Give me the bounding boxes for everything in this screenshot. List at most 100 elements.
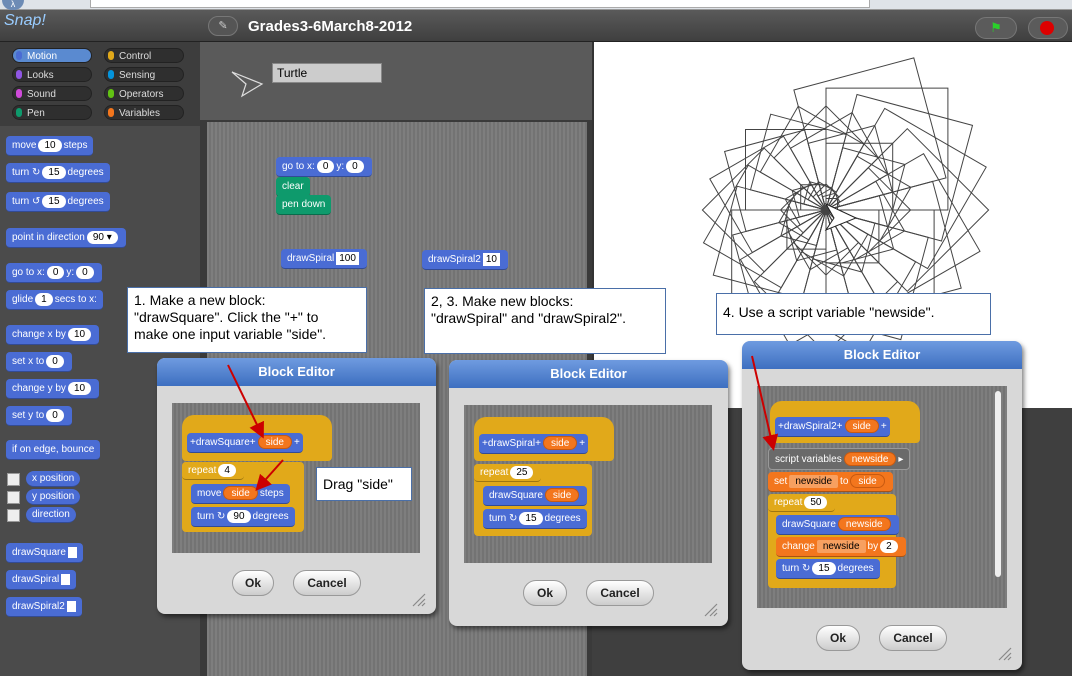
script-goto-block[interactable]: go to x: 0 y: 0 bbox=[276, 157, 372, 177]
prototype-block[interactable]: +drawSquare+ side + bbox=[187, 433, 303, 453]
block-input[interactable]: 0 bbox=[346, 159, 364, 173]
repeat-header[interactable]: repeat 4 bbox=[182, 462, 244, 480]
block-input[interactable]: 10 bbox=[482, 252, 500, 266]
block-input[interactable]: 0 bbox=[46, 354, 64, 368]
block-input[interactable]: 10 bbox=[67, 381, 92, 395]
script-clear-block[interactable]: clear bbox=[276, 177, 310, 197]
plus-icon[interactable]: + bbox=[294, 437, 300, 448]
block-input[interactable]: 0 bbox=[46, 408, 64, 422]
block-input[interactable] bbox=[67, 546, 77, 558]
repeat-header[interactable]: repeat 50 bbox=[768, 494, 836, 512]
param-side[interactable]: side bbox=[850, 474, 885, 489]
resize-grip-icon[interactable] bbox=[411, 592, 427, 608]
category-motion[interactable]: Motion bbox=[12, 48, 92, 63]
block-input[interactable]: 0 bbox=[46, 265, 65, 279]
block-input[interactable]: 100 bbox=[336, 251, 359, 265]
palette-drawspiral2-block[interactable]: drawSpiral2 bbox=[6, 597, 82, 617]
turn-block[interactable]: turn ↻ 15 degrees bbox=[483, 509, 587, 529]
drawsquare-block[interactable]: drawSquare newside bbox=[776, 515, 899, 535]
plus-icon[interactable]: + bbox=[837, 421, 843, 432]
green-flag-button[interactable]: ⚑ bbox=[975, 17, 1017, 39]
palette-bounce-block[interactable]: if on edge, bounce bbox=[6, 440, 101, 460]
block-input[interactable]: 2 bbox=[880, 539, 898, 553]
palette-y-position-reporter[interactable]: y position bbox=[26, 489, 81, 505]
palette-point-direction-block[interactable]: point in direction 90 ▾ bbox=[6, 228, 126, 248]
category-operators[interactable]: Operators bbox=[104, 86, 184, 101]
param-side[interactable]: side bbox=[542, 436, 578, 451]
block-input[interactable]: 10 bbox=[38, 138, 62, 152]
param-side[interactable]: side bbox=[223, 486, 258, 501]
plus-icon[interactable]: + bbox=[881, 421, 887, 432]
palette-glide-block[interactable]: glide 1 secs to x: bbox=[6, 290, 103, 310]
variable-dropdown[interactable]: newside bbox=[816, 539, 866, 553]
resize-grip-icon[interactable] bbox=[703, 602, 719, 618]
block-input[interactable]: 50 bbox=[804, 495, 828, 509]
palette-drawspiral-block[interactable]: drawSpiral bbox=[6, 570, 77, 590]
y-position-checkbox[interactable] bbox=[7, 491, 20, 504]
turn-block[interactable]: turn ↻ 90 degrees bbox=[191, 507, 295, 527]
var-newside[interactable]: newside bbox=[837, 517, 891, 532]
snap-logo[interactable]: Snap! bbox=[4, 12, 56, 38]
repeat-header[interactable]: repeat 25 bbox=[474, 464, 542, 482]
category-control[interactable]: Control bbox=[104, 48, 184, 63]
category-pen[interactable]: Pen bbox=[12, 105, 92, 120]
param-side[interactable]: side bbox=[257, 435, 292, 450]
category-looks[interactable]: Looks bbox=[12, 67, 92, 82]
palette-x-position-reporter[interactable]: x position bbox=[26, 471, 81, 487]
block-input[interactable]: 15 bbox=[519, 511, 543, 525]
param-side[interactable]: side bbox=[844, 419, 879, 434]
sprite-name-field[interactable]: Turtle bbox=[272, 63, 382, 83]
move-block[interactable]: move side steps bbox=[191, 484, 290, 504]
palette-change-x-block[interactable]: change x by 10 bbox=[6, 325, 100, 345]
palette-direction-reporter[interactable]: direction bbox=[26, 507, 76, 523]
script-drawspiral2-block[interactable]: drawSpiral2 10 bbox=[422, 250, 508, 270]
param-side[interactable]: side bbox=[544, 488, 580, 503]
palette-goto-block[interactable]: go to x: 0 y: 0 bbox=[6, 263, 102, 283]
script-var-newside[interactable]: newside bbox=[843, 452, 897, 467]
direction-checkbox[interactable] bbox=[7, 509, 20, 522]
block-input[interactable]: 1 bbox=[35, 292, 53, 306]
category-sound[interactable]: Sound bbox=[12, 86, 92, 101]
prototype-block[interactable]: +drawSpiral2+ side + bbox=[775, 417, 890, 437]
set-variable-block[interactable]: set newside to side bbox=[768, 472, 893, 492]
variable-dropdown[interactable]: newside bbox=[789, 474, 839, 488]
arrow-right-icon[interactable]: ▸ bbox=[898, 454, 903, 465]
cancel-button[interactable]: Cancel bbox=[293, 570, 361, 596]
plus-icon[interactable]: + bbox=[535, 438, 541, 449]
category-sensing[interactable]: Sensing bbox=[104, 67, 184, 82]
block-input[interactable]: 15 bbox=[42, 165, 66, 179]
ok-button[interactable]: Ok bbox=[816, 625, 860, 651]
block-input[interactable]: 90 bbox=[227, 509, 251, 523]
palette-change-y-block[interactable]: change y by 10 bbox=[6, 379, 100, 399]
palette-move-block[interactable]: move 10 steps bbox=[6, 136, 94, 156]
plus-icon[interactable]: + bbox=[250, 437, 256, 448]
block-input[interactable] bbox=[66, 600, 76, 612]
palette-turn-cw-block[interactable]: turn ↻ 15 degrees bbox=[6, 163, 110, 183]
editor-scrollbar[interactable] bbox=[995, 391, 1001, 577]
block-input[interactable]: 25 bbox=[510, 465, 534, 479]
palette-set-y-block[interactable]: set y to 0 bbox=[6, 406, 72, 426]
drawsquare-block[interactable]: drawSquare side bbox=[483, 486, 588, 506]
cancel-button[interactable]: Cancel bbox=[586, 580, 654, 606]
direction-dropdown[interactable]: 90 ▾ bbox=[86, 230, 118, 244]
block-input[interactable]: 15 bbox=[42, 194, 66, 208]
ok-button[interactable]: Ok bbox=[232, 570, 274, 596]
palette-set-x-block[interactable]: set x to 0 bbox=[6, 352, 72, 372]
ok-button[interactable]: Ok bbox=[523, 580, 567, 606]
prototype-block[interactable]: +drawSpiral+ side + bbox=[479, 434, 589, 454]
palette-turn-ccw-block[interactable]: turn ↺ 15 degrees bbox=[6, 192, 110, 212]
block-input[interactable] bbox=[61, 573, 71, 585]
x-position-checkbox[interactable] bbox=[7, 473, 20, 486]
script-drawspiral-block[interactable]: drawSpiral 100 bbox=[281, 249, 367, 269]
script-pen-down-block[interactable]: pen down bbox=[276, 195, 332, 215]
cancel-button[interactable]: Cancel bbox=[879, 625, 947, 651]
script-variables-block[interactable]: script variables newside ▸ bbox=[768, 448, 911, 470]
block-input[interactable]: 0 bbox=[76, 265, 94, 279]
plus-icon[interactable]: + bbox=[579, 438, 585, 449]
block-input[interactable]: 0 bbox=[316, 159, 335, 173]
resize-grip-icon[interactable] bbox=[997, 646, 1013, 662]
block-input[interactable]: 10 bbox=[67, 327, 92, 341]
stop-button[interactable] bbox=[1028, 17, 1068, 39]
edit-project-button[interactable]: ✎ bbox=[208, 16, 238, 36]
browser-address-bar[interactable] bbox=[90, 0, 870, 8]
